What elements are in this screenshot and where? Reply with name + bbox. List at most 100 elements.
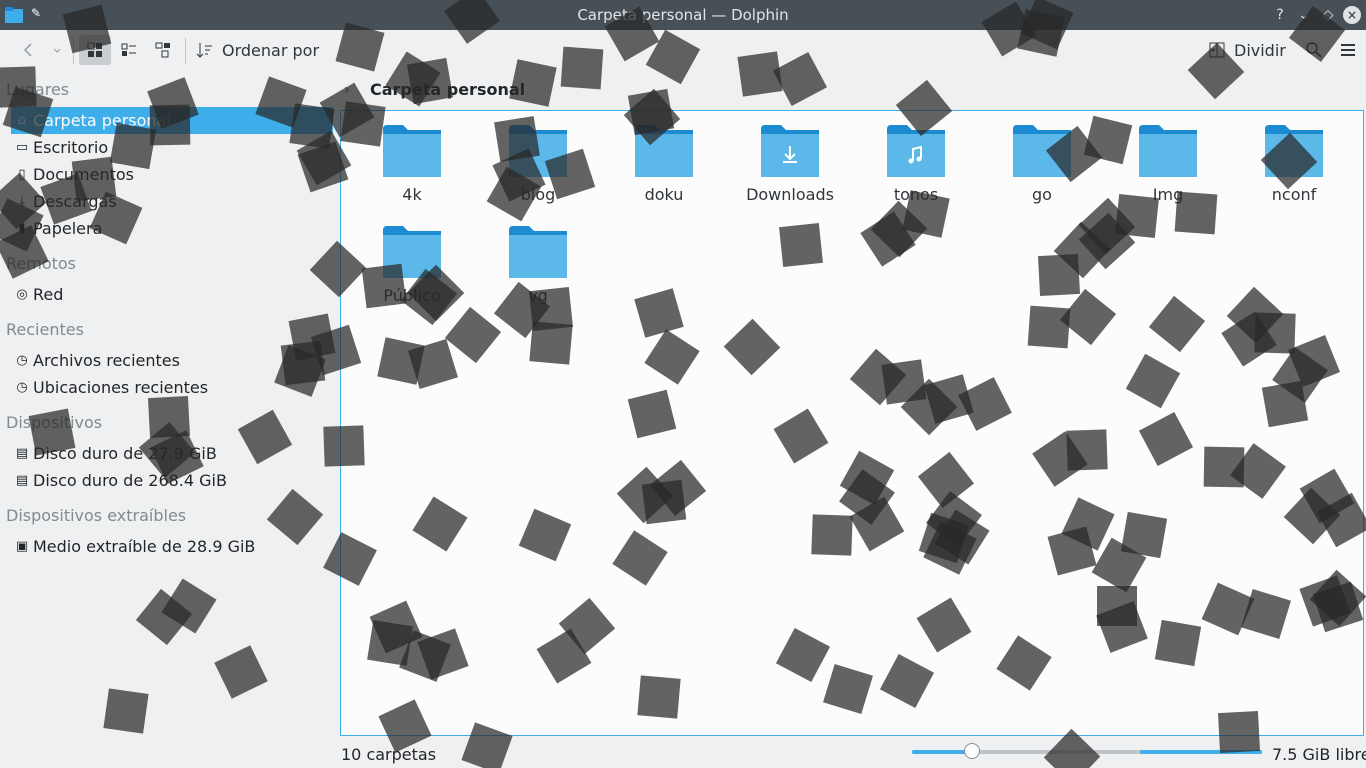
compact-view-button[interactable] [113, 35, 145, 65]
home-icon: ⌂ [17, 113, 27, 128]
folder-name: doku [644, 185, 684, 204]
details-view-icon [155, 42, 170, 58]
chevron-right-icon[interactable]: › [344, 82, 350, 98]
compact-view-icon [121, 43, 136, 56]
folder-icon [635, 125, 693, 177]
free-space-label: 7.5 GiB libre [1272, 745, 1366, 764]
folder-name: Downloads [746, 185, 834, 204]
icons-view-icon [87, 42, 102, 57]
sidebar-item-label: Documentos [33, 165, 135, 184]
folder-icon [509, 226, 567, 278]
sidebar-item-label: Disco duro de 268.4 GiB [33, 471, 227, 490]
maximize-button[interactable]: ◇ [1318, 5, 1338, 25]
folder-item[interactable]: 4k [357, 125, 467, 215]
sidebar-item-disco-27[interactable]: ▤ Disco duro de 27.9 GiB [11, 440, 333, 467]
folder-item[interactable]: Downloads [735, 125, 845, 215]
folder-count: 10 carpetas [341, 745, 437, 764]
sort-by-label: Ordenar por [222, 40, 320, 60]
folder-icon [383, 226, 441, 278]
zoom-slider-fill [912, 750, 972, 754]
file-view[interactable]: 4k blog doku Downloads tonos go Img nconf Públic… [340, 110, 1364, 736]
section-header-recientes: Recientes [6, 320, 84, 339]
sidebar-item-archivos-recientes[interactable]: ◷ Archivos recientes [11, 347, 333, 374]
zoom-slider[interactable] [912, 743, 1262, 759]
close-button[interactable]: × [1343, 6, 1361, 24]
location-bar[interactable]: › Carpeta personal [340, 76, 1366, 106]
folder-name: tonos [893, 185, 939, 204]
folder-item[interactable]: Img [1113, 125, 1223, 215]
title-bar: ✎ Carpeta personal — Dolphin ? ⌄ ◇ × [0, 0, 1366, 30]
section-header-extraibles: Dispositivos extraíbles [6, 506, 187, 525]
folder-icon [509, 125, 567, 177]
folder-icon [383, 125, 441, 177]
sidebar-item-label: Ubicaciones recientes [33, 378, 209, 397]
folder-name: nconf [1271, 185, 1317, 204]
folder-icon [1265, 125, 1323, 177]
recent-files-icon: ◷ [16, 353, 28, 368]
icons-view-button[interactable] [79, 35, 111, 65]
menu-button[interactable] [1334, 35, 1362, 65]
sidebar-item-descargas[interactable]: ⤓ Descargas [11, 188, 333, 215]
folder-name: Img [1152, 185, 1184, 204]
split-label: Dividir [1234, 40, 1286, 60]
sidebar-item-label: Papelera [33, 219, 103, 238]
sidebar-item-escritorio[interactable]: ▭ Escritorio [11, 134, 333, 161]
sidebar-item-label: Escritorio [33, 138, 109, 157]
folder-item[interactable]: nconf [1239, 125, 1349, 215]
sidebar-item-label: Medio extraíble de 28.9 GiB [33, 537, 256, 556]
hamburger-menu-icon [1341, 44, 1355, 56]
status-bar: 10 carpetas 7.5 GiB libre [340, 740, 1366, 768]
hard-disk-icon: ▤ [15, 446, 29, 461]
removable-media-icon: ▣ [15, 539, 29, 554]
split-view-icon [1209, 42, 1225, 58]
hard-disk-icon: ▤ [15, 473, 29, 488]
folder-name: go [1032, 185, 1052, 204]
section-header-remotos: Remotos [6, 254, 77, 273]
chevron-down-icon [53, 48, 61, 53]
folder-item[interactable]: Público [357, 226, 467, 316]
sidebar-item-label: Red [33, 285, 64, 304]
free-space-fill [1140, 750, 1262, 754]
recent-locations-icon: ◷ [16, 380, 28, 395]
section-header-lugares: Lugares [6, 80, 70, 99]
sort-icon [196, 43, 212, 58]
toolbar: Ordenar por Dividir [0, 30, 1366, 72]
minimize-button[interactable]: ⌄ [1294, 5, 1314, 25]
sidebar-item-papelera[interactable]: ▮ Papelera [11, 215, 333, 242]
back-arrow-icon [23, 43, 32, 57]
search-icon [1306, 42, 1322, 58]
breadcrumb[interactable]: Carpeta personal [370, 80, 525, 99]
sidebar-item-ubicaciones-recientes[interactable]: ◷ Ubicaciones recientes [11, 374, 333, 401]
sidebar-item-disco-268[interactable]: ▤ Disco duro de 268.4 GiB [11, 467, 333, 494]
folder-item[interactable]: go [987, 125, 1097, 215]
sidebar-item-documentos[interactable]: ▯ Documentos [11, 161, 333, 188]
sidebar-item-label: Carpeta personal [33, 111, 171, 130]
sidebar-item-label: Archivos recientes [33, 351, 180, 370]
documents-icon: ▯ [18, 167, 26, 182]
search-button[interactable] [1300, 35, 1328, 65]
back-button[interactable] [14, 35, 68, 65]
sidebar-item-carpeta-personal[interactable]: ⌂ Carpeta personal [11, 107, 333, 134]
sort-by-button[interactable]: Ordenar por [196, 35, 322, 65]
window-title: Carpeta personal — Dolphin [577, 6, 789, 24]
folder-download-icon [761, 125, 819, 177]
folder-item[interactable]: tonos [861, 125, 971, 215]
folder-item[interactable]: vg [483, 226, 593, 316]
sidebar-item-label: Descargas [33, 192, 117, 211]
sidebar-item-label: Disco duro de 27.9 GiB [33, 444, 217, 463]
download-icon: ⤓ [19, 194, 25, 209]
folder-name: vg [528, 286, 548, 305]
folder-name: 4k [402, 185, 422, 204]
folder-name: Público [383, 286, 441, 305]
details-view-button[interactable] [147, 35, 179, 65]
trash-icon: ▮ [18, 221, 26, 236]
split-button[interactable]: Dividir [1208, 35, 1292, 65]
folder-item[interactable]: doku [609, 125, 719, 215]
sidebar-item-medio-extraible[interactable]: ▣ Medio extraíble de 28.9 GiB [11, 533, 333, 560]
zoom-slider-handle[interactable] [964, 743, 980, 759]
help-button[interactable]: ? [1270, 5, 1290, 25]
folder-icon [1013, 125, 1071, 177]
sidebar-item-red[interactable]: ◎ Red [11, 281, 333, 308]
folder-name: blog [520, 185, 556, 204]
folder-item[interactable]: blog [483, 125, 593, 215]
